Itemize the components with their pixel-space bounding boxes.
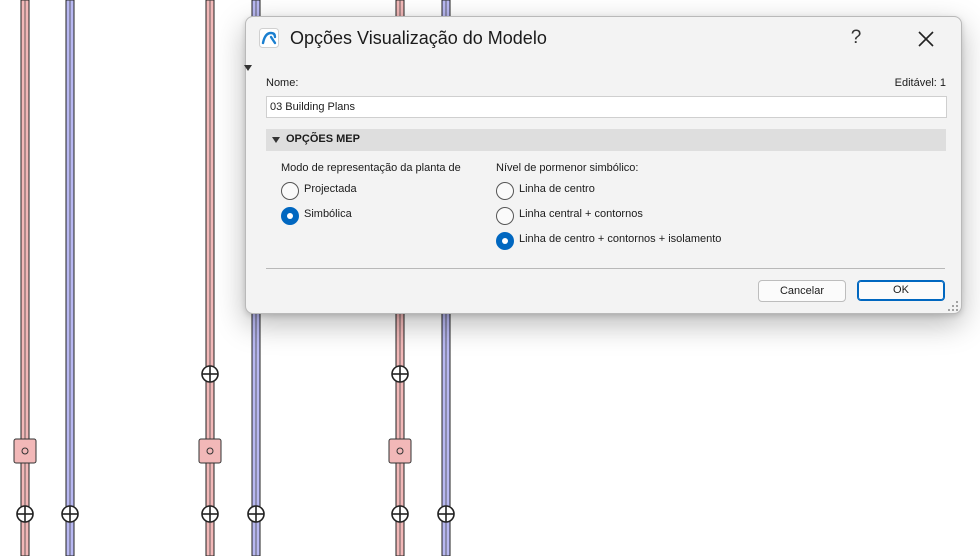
radio-projectada[interactable] [281, 182, 299, 200]
chevron-down-icon [272, 137, 280, 143]
archicad-app-icon [259, 28, 279, 48]
pipe-fitting [388, 438, 412, 464]
radio-label-centerline-contours-insulation: Linha de centro + contornos + isolamento [519, 233, 722, 245]
radio-centerline-contours[interactable] [496, 207, 514, 225]
radio-label-simbolica: Simbólica [304, 208, 352, 220]
model-view-options-dialog: Opções Visualização do Modelo ? Nome: Ed… [244, 16, 962, 314]
dialog-title: Opções Visualização do Modelo [290, 28, 547, 48]
radio-label-centerline: Linha de centro [519, 183, 595, 195]
radio-simbolica[interactable] [281, 207, 299, 225]
help-button[interactable]: ? [844, 25, 868, 51]
name-input[interactable] [266, 96, 947, 118]
ok-button[interactable]: OK [857, 280, 945, 301]
pipe-fitting [198, 438, 222, 464]
radio-label-projectada: Projectada [304, 183, 357, 195]
radio-centerline-contours-insulation[interactable] [496, 232, 514, 250]
section-title: OPÇÕES MEP [286, 133, 360, 145]
mep-options-section-header[interactable]: OPÇÕES MEP [266, 129, 946, 151]
close-icon[interactable] [913, 27, 939, 51]
resize-grip-icon[interactable] [947, 300, 959, 312]
name-label: Nome: [266, 77, 299, 89]
editable-count: Editável: 1 [894, 77, 946, 89]
radio-label-centerline-contours: Linha central + contornos [519, 208, 643, 220]
representation-mode-label: Modo de representação da planta de [281, 162, 461, 174]
radio-centerline[interactable] [496, 182, 514, 200]
triangle-down-icon[interactable] [244, 65, 252, 71]
cancel-button[interactable]: Cancelar [758, 280, 846, 302]
title-bar[interactable]: Opções Visualização do Modelo ? [246, 17, 961, 61]
divider [266, 268, 945, 269]
pipe-fitting [13, 438, 37, 464]
symbolic-detail-label: Nível de pormenor simbólico: [496, 162, 639, 174]
